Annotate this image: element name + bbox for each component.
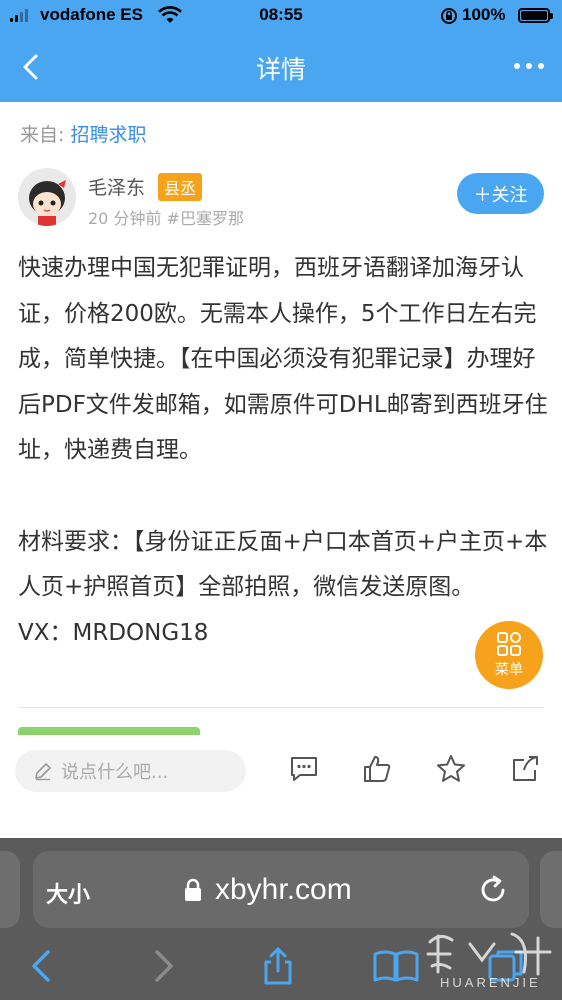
post-content: 快速办理中国无犯罪证明，西班牙语翻译加海牙认证，价格200欧。无需本人操作，5个… [18, 246, 548, 656]
reload-icon[interactable] [477, 874, 509, 906]
navigation-bar: 详情 [0, 30, 562, 102]
comment-action-bar: 说点什么吧... [0, 735, 562, 807]
browser-forward-icon[interactable] [143, 946, 183, 986]
watermark-text: HUARENJIE [440, 975, 541, 990]
url-display[interactable]: xbyhr.com [183, 873, 352, 907]
pencil-icon [35, 763, 51, 781]
follow-button[interactable]: ＋关注 [457, 173, 544, 214]
rank-badge: 县丞 [158, 173, 203, 201]
post-paragraph: 快速办理中国无犯罪证明，西班牙语翻译加海牙认证，价格200欧。无需本人操作，5个… [18, 255, 548, 464]
battery-percentage: 100% [462, 5, 506, 24]
content-divider [18, 707, 544, 708]
menu-button[interactable]: 菜单 [475, 621, 543, 689]
browser-back-icon[interactable] [22, 946, 62, 986]
avatar[interactable] [18, 168, 76, 226]
bookmarks-icon[interactable] [372, 946, 420, 986]
post-paragraph: 材料要求：【身份证正反面+户口本首页+户主页+本人页+护照首页】全部拍照，微信发… [18, 528, 548, 601]
post-source: 来自: 招聘求职 [20, 120, 146, 147]
source-category-link[interactable]: 招聘求职 [70, 124, 146, 146]
like-icon[interactable] [361, 753, 393, 785]
star-icon[interactable] [435, 753, 467, 785]
next-tab-preview[interactable] [540, 851, 562, 928]
url-text: xbyhr.com [215, 873, 352, 906]
previous-tab-preview[interactable] [0, 851, 20, 928]
source-prefix: 来自: [20, 124, 71, 146]
comment-input[interactable]: 说点什么吧... [15, 750, 246, 792]
author-name[interactable]: 毛泽东 [88, 173, 145, 200]
comment-placeholder: 说点什么吧... [61, 762, 169, 783]
share-sheet-icon[interactable] [258, 946, 298, 986]
status-bar: vodafone ES 08:55 100% [0, 0, 562, 30]
page-title: 详情 [255, 55, 306, 84]
cartoon-avatar-icon [18, 168, 76, 226]
comment-icon[interactable] [288, 753, 320, 785]
post-meta: 20 分钟前 #巴塞罗那 [88, 209, 244, 228]
grid-icon [497, 632, 521, 656]
post-paragraph: VX：MRDONG18 [18, 619, 209, 646]
address-bar[interactable]: 大小 xbyhr.com [33, 851, 529, 928]
battery-icon [518, 8, 553, 23]
text-size-button[interactable]: 大小 [46, 877, 90, 909]
share-icon[interactable] [509, 753, 541, 785]
menu-label: 菜单 [495, 662, 523, 678]
more-options-icon[interactable] [514, 54, 544, 78]
orientation-lock-icon [441, 8, 457, 24]
lock-icon [185, 878, 201, 901]
